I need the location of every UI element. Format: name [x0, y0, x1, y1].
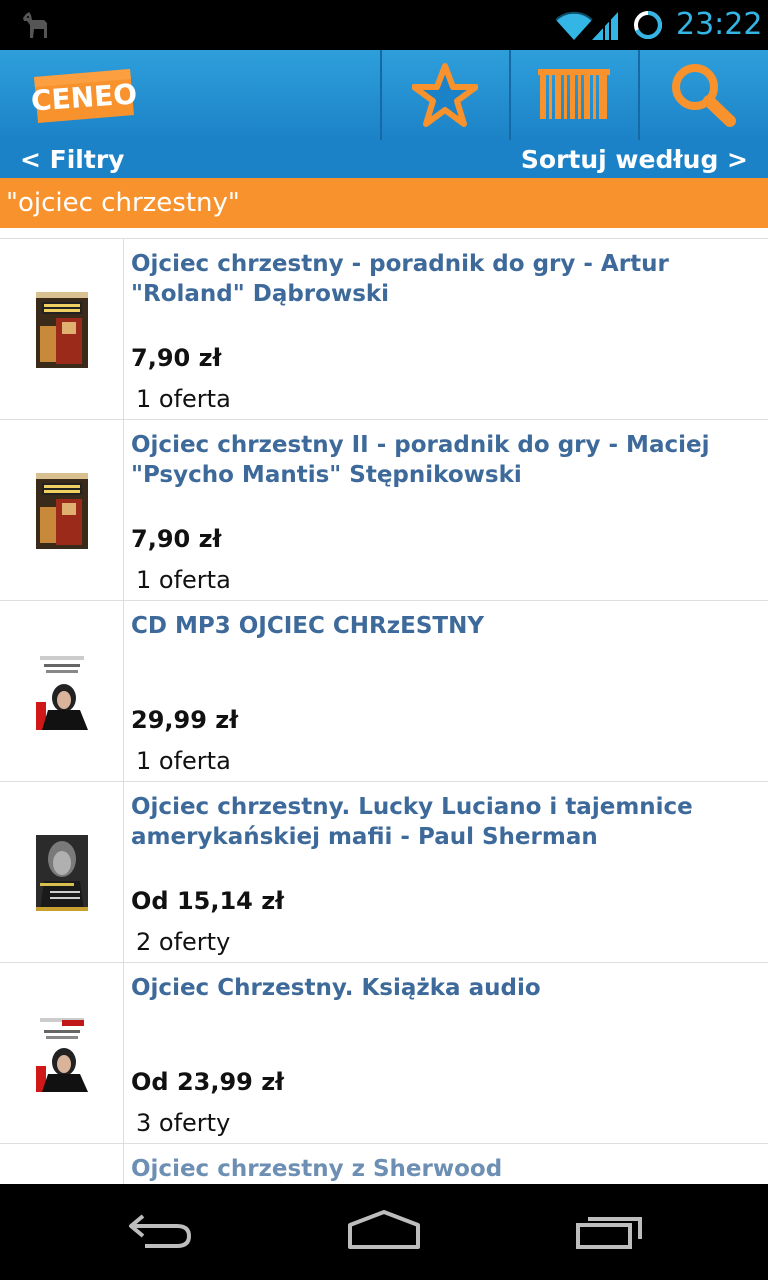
product-title[interactable]: Ojciec Chrzestny. Książka audio — [131, 973, 761, 1003]
thumbnail-cell — [0, 420, 124, 600]
product-title[interactable]: Ojciec chrzestny z Sherwood — [131, 1154, 761, 1184]
llama-icon — [20, 10, 54, 40]
thumbnail-cell — [0, 963, 124, 1143]
sort-link[interactable]: Sortuj według > — [521, 143, 748, 177]
search-query-text: "ojciec chrzestny" — [6, 188, 240, 218]
offer-count: 1 oferta — [136, 385, 231, 413]
favorites-button[interactable] — [380, 50, 508, 140]
search-icon — [668, 62, 738, 128]
filters-link[interactable]: < Filtry — [20, 143, 124, 177]
barcode-icon — [538, 69, 610, 121]
ceneo-logo[interactable]: CENEO — [26, 67, 138, 125]
battery-circle-icon — [632, 9, 664, 41]
back-button[interactable] — [112, 1202, 208, 1262]
offer-count: 1 oferta — [136, 747, 231, 775]
back-icon — [125, 1210, 195, 1255]
star-icon — [412, 63, 478, 127]
navigation-bar — [0, 1184, 768, 1280]
product-title[interactable]: Ojciec chrzestny II - poradnik do gry - … — [131, 430, 761, 490]
action-bar: CENEO — [0, 50, 768, 140]
search-query-bar: "ojciec chrzestny" — [0, 178, 768, 228]
game-guide-cover — [36, 292, 88, 368]
audiobook-cover — [36, 654, 88, 730]
product-price: 29,99 zł — [131, 706, 239, 734]
product-price: Od 15,14 zł — [131, 887, 285, 915]
clock: 23:22 — [676, 7, 763, 42]
list-divider — [0, 228, 768, 239]
product-price: Od 23,99 zł — [131, 1068, 285, 1096]
product-list[interactable]: Ojciec chrzestny - poradnik do gry - Art… — [0, 228, 768, 1184]
home-icon — [346, 1209, 422, 1256]
product-row[interactable]: Ojciec chrzestny II - poradnik do gry - … — [0, 420, 768, 601]
product-title[interactable]: CD MP3 OJCIEC CHRzESTNY — [131, 611, 761, 641]
filter-bar: < Filtry Sortuj według > — [0, 140, 768, 178]
audiobook-cover — [36, 1016, 88, 1092]
wifi-icon — [554, 10, 594, 40]
product-row[interactable]: Ojciec chrzestny. Lucky Luciano i tajemn… — [0, 782, 768, 963]
search-button[interactable] — [638, 50, 766, 140]
game-guide-cover — [36, 473, 88, 549]
product-price: 7,90 zł — [131, 344, 222, 372]
recent-apps-button[interactable] — [562, 1202, 658, 1262]
offer-count: 1 oferta — [136, 566, 231, 594]
product-price: 7,90 zł — [131, 525, 222, 553]
product-title[interactable]: Ojciec chrzestny. Lucky Luciano i tajemn… — [131, 792, 761, 852]
product-row[interactable]: Ojciec chrzestny z Sherwood — [0, 1144, 768, 1184]
product-row[interactable]: Ojciec Chrzestny. Książka audio Od 23,99… — [0, 963, 768, 1144]
book-cover — [36, 835, 88, 911]
thumbnail-cell — [0, 1144, 124, 1184]
recent-apps-icon — [574, 1211, 646, 1254]
cell-signal-icon — [590, 10, 620, 40]
status-bar: 23:22 — [0, 0, 768, 50]
thumbnail-cell — [0, 601, 124, 781]
barcode-scan-button[interactable] — [509, 50, 637, 140]
product-title[interactable]: Ojciec chrzestny - poradnik do gry - Art… — [131, 249, 761, 309]
product-row[interactable]: CD MP3 OJCIEC CHRzESTNY 29,99 zł 1 ofert… — [0, 601, 768, 782]
home-button[interactable] — [336, 1202, 432, 1262]
offer-count: 2 oferty — [136, 928, 231, 956]
offer-count: 3 oferty — [136, 1109, 231, 1137]
thumbnail-cell — [0, 239, 124, 419]
thumbnail-cell — [0, 782, 124, 962]
product-row[interactable]: Ojciec chrzestny - poradnik do gry - Art… — [0, 239, 768, 420]
